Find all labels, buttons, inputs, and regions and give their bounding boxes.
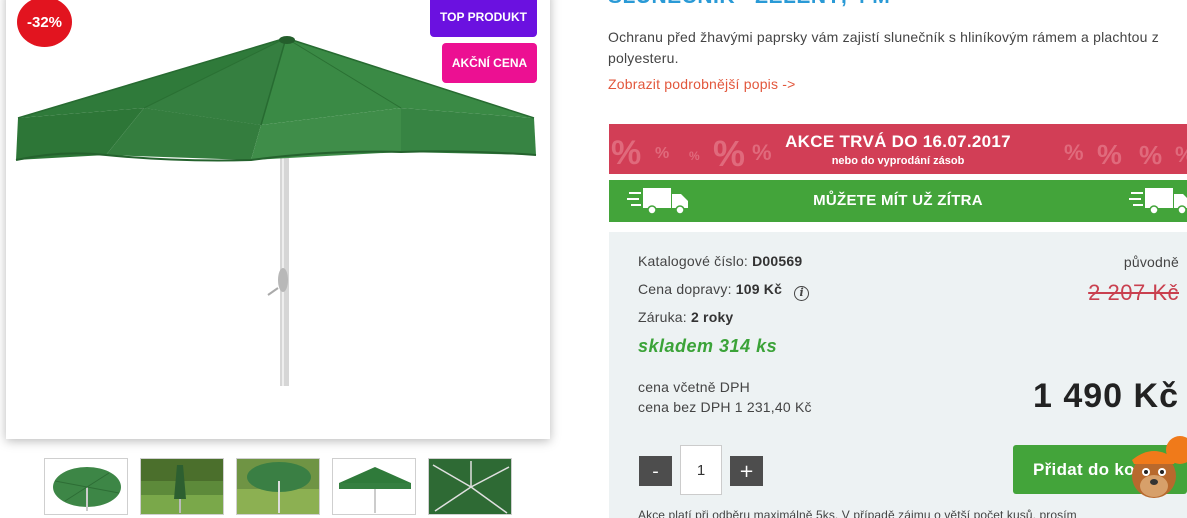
thumbnail-3[interactable]	[236, 458, 320, 515]
more-description-link[interactable]: Zobrazit podrobnější popis ->	[608, 76, 796, 92]
product-description: Ochranu před žhavými paprsky vám zajistí…	[608, 29, 1159, 66]
promo-footnote: Akce platí při odběru maximálně 5ks. V p…	[638, 508, 1077, 518]
shipping-label: Cena dopravy:	[638, 281, 732, 297]
warranty-label: Záruka:	[638, 309, 687, 325]
thumbnail-umbrella-closed-garden	[141, 459, 223, 514]
thumbnail-umbrella-frame	[429, 459, 511, 514]
original-price: 2 207 Kč	[1088, 280, 1179, 305]
top-product-tag: TOP PRODUKT	[430, 0, 537, 37]
promo-title: AKCE TRVÁ DO 16.07.2017	[785, 132, 1011, 151]
thumbnail-umbrella-garden	[237, 459, 319, 514]
thumbnail-2[interactable]	[140, 458, 224, 515]
price-info-box: Katalogové číslo: D00569 Cena dopravy: 1…	[609, 232, 1187, 518]
price-without-vat: cena bez DPH 1 231,40 Kč	[638, 399, 812, 415]
vat-label: cena včetně DPH	[638, 379, 750, 395]
thumbnail-1[interactable]	[44, 458, 128, 515]
thumbnail-umbrella-side	[339, 467, 411, 513]
current-price: 1 490 Kč	[1033, 377, 1179, 415]
delivery-text: MŮŽETE MÍT UŽ ZÍTRA	[813, 192, 983, 209]
info-icon[interactable]: i	[794, 286, 810, 301]
chat-mascot-icon[interactable]	[1118, 428, 1187, 518]
shipping-price: Cena dopravy: 109 Kč i	[638, 281, 810, 301]
product-title: SLUNEČNÍK - ZELENÝ, 4 M	[608, 0, 890, 9]
quantity-increase-button[interactable]: +	[730, 456, 763, 486]
quantity-input[interactable]	[680, 445, 722, 495]
thumbnail-4[interactable]	[332, 458, 416, 515]
original-price-label: původně	[1123, 254, 1179, 270]
promo-banner: % % % % % % % % % AKCE TRVÁ DO 16.07.201…	[609, 124, 1187, 174]
thumbnail-5[interactable]	[428, 458, 512, 515]
catalog-label: Katalogové číslo:	[638, 253, 749, 269]
thumbnail-umbrella-open	[53, 467, 121, 511]
shipping-value: 109 Kč	[735, 281, 783, 297]
fast-delivery-truck-icon	[1129, 188, 1187, 215]
catalog-number: Katalogové číslo: D00569	[638, 253, 802, 269]
quantity-decrease-button[interactable]: -	[639, 456, 672, 486]
warranty-value: 2 roky	[690, 309, 734, 325]
stock-status: skladem 314 ks	[638, 336, 778, 356]
warranty: Záruka: 2 roky	[638, 309, 733, 325]
delivery-banner: MŮŽETE MÍT UŽ ZÍTRA	[609, 180, 1187, 222]
catalog-value: D00569	[752, 253, 803, 269]
sale-price-tag: AKČNÍ CENA	[442, 43, 537, 83]
promo-subtitle: nebo do vyprodání zásob	[831, 155, 965, 167]
